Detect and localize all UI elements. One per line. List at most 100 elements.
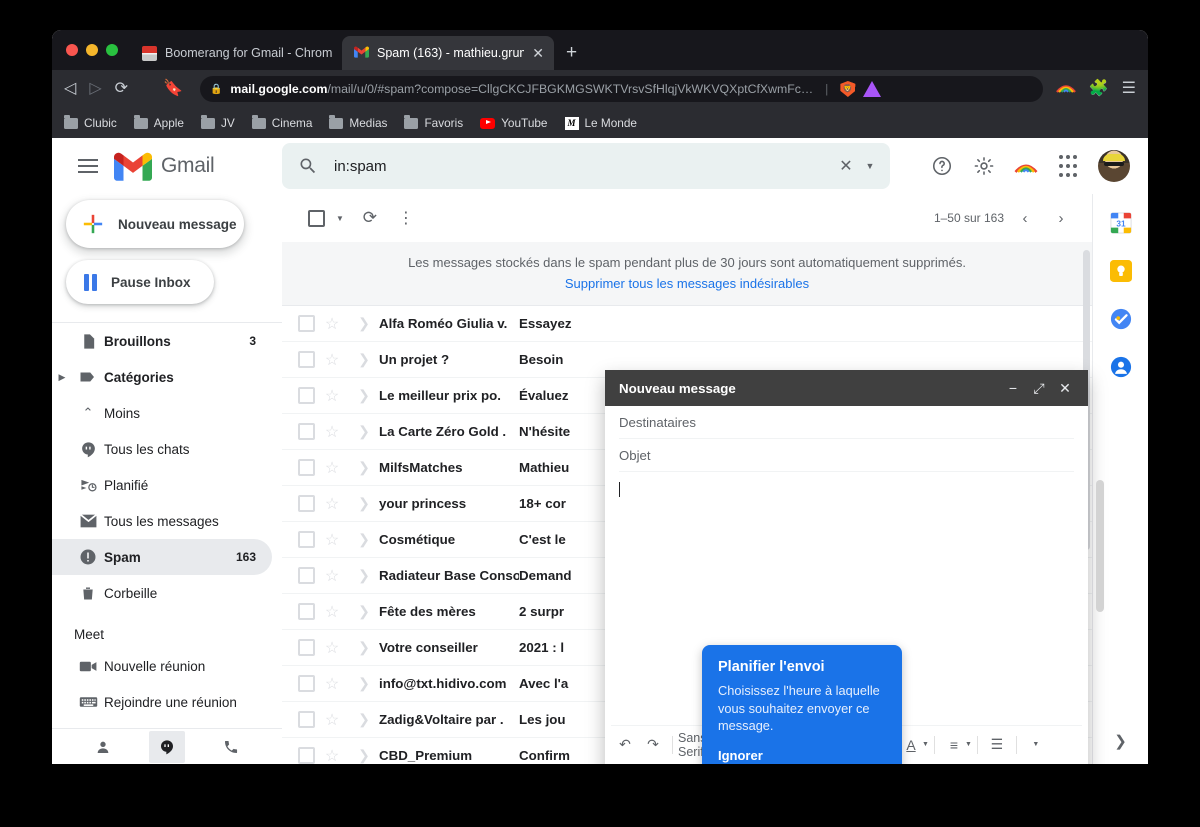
- maximize-window-button[interactable]: [106, 44, 118, 56]
- row-checkbox[interactable]: [298, 315, 315, 332]
- bookmark-clubic[interactable]: Clubic: [64, 114, 117, 130]
- new-tab-button[interactable]: +: [566, 42, 577, 64]
- important-marker-icon[interactable]: ❯: [349, 531, 379, 548]
- sidebar-item-nouvelle-reunion[interactable]: Nouvelle réunion: [52, 648, 272, 684]
- search-input[interactable]: in:spam: [334, 158, 834, 175]
- star-icon[interactable]: ☆: [315, 746, 349, 765]
- list-icon[interactable]: ☰: [983, 731, 1011, 759]
- pause-inbox-button[interactable]: Pause Inbox: [66, 260, 214, 304]
- row-checkbox[interactable]: [298, 639, 315, 656]
- refresh-icon[interactable]: ⟳: [352, 200, 388, 236]
- reload-icon[interactable]: ⟳: [115, 81, 128, 97]
- select-options-chevron-icon[interactable]: ▼: [336, 214, 344, 223]
- phone-icon[interactable]: [213, 731, 249, 763]
- compose-button[interactable]: Nouveau message: [66, 200, 244, 248]
- address-bar[interactable]: 🔒 mail.google.com/mail/u/0/#spam?compose…: [199, 76, 1043, 102]
- help-icon[interactable]: [930, 154, 954, 178]
- row-checkbox[interactable]: [298, 747, 315, 764]
- minimize-window-button[interactable]: [86, 44, 98, 56]
- row-checkbox[interactable]: [298, 711, 315, 728]
- search-options-chevron-icon[interactable]: ▼: [858, 154, 882, 178]
- extensions-puzzle-icon[interactable]: 🧩: [1089, 81, 1109, 97]
- row-checkbox[interactable]: [298, 423, 315, 440]
- google-tasks-icon[interactable]: [1110, 308, 1132, 330]
- star-icon[interactable]: ☆: [315, 710, 349, 730]
- tooltip-dismiss-button[interactable]: Ignorer: [718, 748, 886, 763]
- align-icon[interactable]: ≡: [940, 731, 968, 759]
- browser-tab-gmail[interactable]: Spam (163) - mathieu.grumiaux ✕: [342, 36, 554, 70]
- main-menu-icon[interactable]: [78, 155, 98, 177]
- row-checkbox[interactable]: [298, 567, 315, 584]
- star-icon[interactable]: ☆: [315, 422, 349, 442]
- google-keep-icon[interactable]: [1109, 260, 1132, 282]
- sidebar-item-planifie[interactable]: Planifié: [52, 467, 272, 503]
- extension-triangle-icon[interactable]: [863, 81, 882, 97]
- browser-tab-boomerang[interactable]: Boomerang for Gmail - Chrome Web: [130, 36, 342, 70]
- star-icon[interactable]: ☆: [315, 674, 349, 694]
- minimize-compose-icon[interactable]: −: [1000, 380, 1026, 396]
- scrollbar[interactable]: [1096, 480, 1104, 612]
- chevron-down-icon[interactable]: ▼: [922, 741, 929, 748]
- google-contacts-icon[interactable]: [1110, 356, 1132, 378]
- hangouts-icon[interactable]: [149, 730, 185, 763]
- sidebar-item-spam[interactable]: Spam 163: [52, 539, 272, 575]
- more-vertical-icon[interactable]: ⋮: [388, 200, 424, 236]
- compose-header[interactable]: Nouveau message − ⤢ ✕: [605, 370, 1088, 406]
- redo-icon[interactable]: ↷: [639, 731, 667, 759]
- important-marker-icon[interactable]: ❯: [349, 711, 379, 728]
- star-icon[interactable]: ☆: [315, 458, 349, 478]
- forward-button[interactable]: ▷: [89, 81, 101, 97]
- table-row[interactable]: ☆ ❯ Alfa Roméo Giulia v. Essayez: [282, 306, 1092, 342]
- star-icon[interactable]: ☆: [315, 314, 349, 334]
- important-marker-icon[interactable]: ❯: [349, 495, 379, 512]
- bookmark-jv[interactable]: JV: [200, 114, 235, 130]
- expand-compose-icon[interactable]: ⤢: [1026, 380, 1052, 397]
- row-checkbox[interactable]: [298, 675, 315, 692]
- chevron-right-icon[interactable]: ▶: [52, 372, 72, 383]
- star-icon[interactable]: ☆: [315, 350, 349, 370]
- back-button[interactable]: ◁: [64, 81, 76, 97]
- row-checkbox[interactable]: [298, 351, 315, 368]
- star-icon[interactable]: ☆: [315, 386, 349, 406]
- bookmark-lemonde[interactable]: M Le Monde: [564, 116, 637, 130]
- important-marker-icon[interactable]: ❯: [349, 423, 379, 440]
- sidebar-item-corbeille[interactable]: Corbeille: [52, 575, 272, 611]
- avatar[interactable]: [1098, 150, 1130, 182]
- google-calendar-icon[interactable]: 31: [1109, 212, 1132, 234]
- chevron-right-icon[interactable]: ›: [1046, 203, 1076, 233]
- important-marker-icon[interactable]: ❯: [349, 747, 379, 764]
- row-checkbox[interactable]: [298, 603, 315, 620]
- star-icon[interactable]: ☆: [315, 602, 349, 622]
- subject-field[interactable]: Objet: [619, 439, 1074, 472]
- important-marker-icon[interactable]: ❯: [349, 351, 379, 368]
- sidebar-item-moins[interactable]: ⌃ Moins: [52, 395, 272, 431]
- settings-gear-icon[interactable]: [972, 154, 996, 178]
- important-marker-icon[interactable]: ❯: [349, 675, 379, 692]
- clear-search-icon[interactable]: ✕: [834, 154, 858, 178]
- important-marker-icon[interactable]: ❯: [349, 315, 379, 332]
- star-icon[interactable]: ☆: [315, 530, 349, 550]
- gmail-logo[interactable]: Gmail: [114, 152, 264, 181]
- close-window-button[interactable]: [66, 44, 78, 56]
- chevron-down-icon[interactable]: ▼: [965, 741, 972, 748]
- row-checkbox[interactable]: [298, 387, 315, 404]
- bookmark-icon[interactable]: 🔖: [163, 81, 183, 97]
- more-format-icon[interactable]: ▼: [1022, 731, 1050, 759]
- row-checkbox[interactable]: [298, 531, 315, 548]
- boomerang-icon[interactable]: [1014, 154, 1038, 178]
- recipients-field[interactable]: Destinataires: [619, 406, 1074, 439]
- sidebar-item-tous-les-messages[interactable]: Tous les messages: [52, 503, 272, 539]
- close-tab-icon[interactable]: ✕: [532, 46, 544, 60]
- expand-panel-chevron-icon[interactable]: ❯: [1114, 732, 1127, 750]
- important-marker-icon[interactable]: ❯: [349, 387, 379, 404]
- sidebar-item-tous-les-chats[interactable]: Tous les chats: [52, 431, 272, 467]
- bookmark-favoris[interactable]: Favoris: [404, 114, 463, 130]
- contacts-icon[interactable]: [85, 731, 121, 763]
- row-checkbox[interactable]: [298, 459, 315, 476]
- important-marker-icon[interactable]: ❯: [349, 567, 379, 584]
- bookmark-medias[interactable]: Medias: [329, 114, 387, 130]
- search-bar[interactable]: in:spam ✕ ▼: [282, 143, 890, 189]
- important-marker-icon[interactable]: ❯: [349, 459, 379, 476]
- window-controls[interactable]: [66, 44, 118, 56]
- star-icon[interactable]: ☆: [315, 566, 349, 586]
